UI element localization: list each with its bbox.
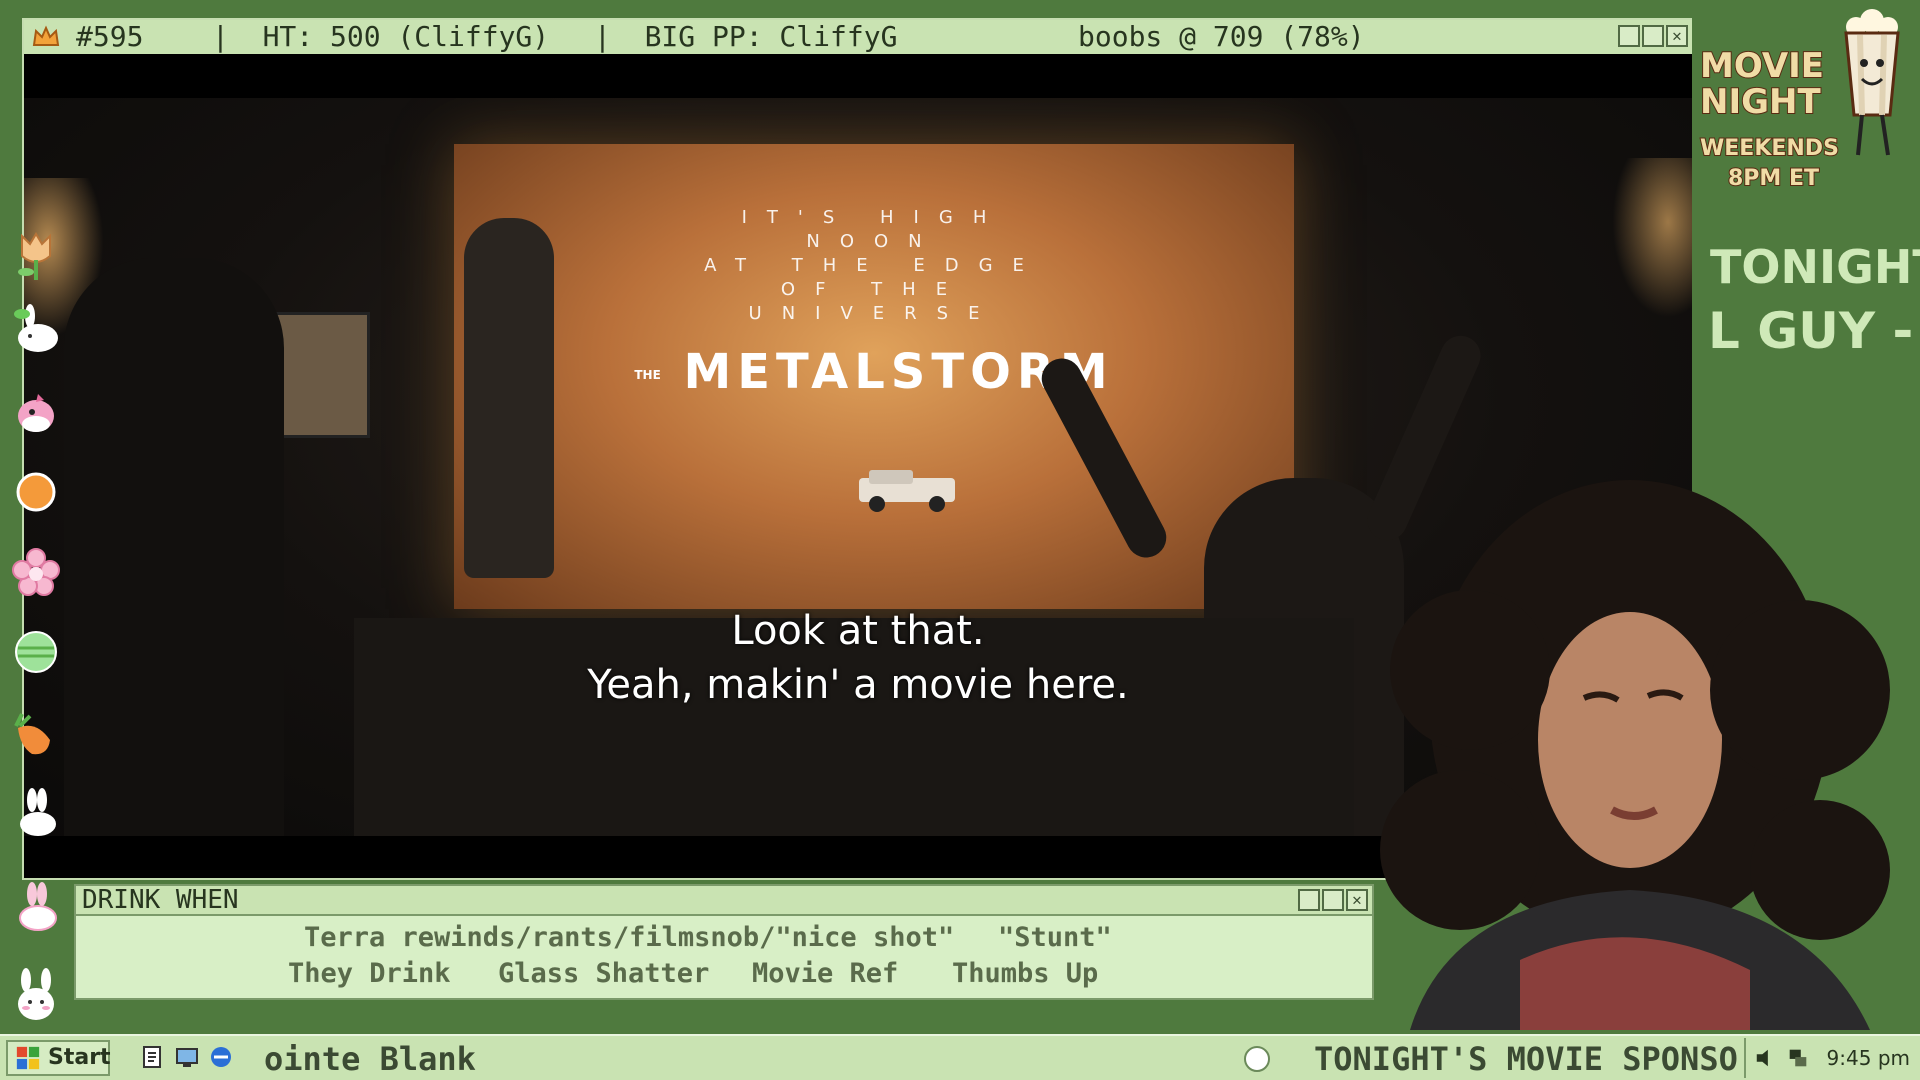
marquee-left: ointe Blank (264, 1040, 476, 1078)
webcam-overlay (1330, 470, 1920, 1030)
tonight-label: TONIGHT: (1710, 240, 1920, 294)
movie-night-poster: MOVIE NIGHT WEEKENDS 8PM ET (1699, 9, 1910, 200)
tagline-line: UNIVERSE (748, 303, 1000, 324)
tagline-line: NOON (806, 231, 942, 252)
browser-icon[interactable] (208, 1044, 234, 1070)
movie-title: THE METALSTORM (454, 344, 1294, 400)
bunny-icon (14, 304, 58, 352)
person-silhouette (464, 218, 554, 578)
carrot-icon (14, 713, 50, 755)
popcorn-mascot-icon (1844, 9, 1900, 156)
close-button[interactable]: ✕ (1666, 25, 1688, 47)
bunny-face-icon (18, 968, 54, 1020)
clock: 9:45 pm (1826, 1046, 1910, 1070)
drink-rule: Terra rewinds/rants/filmsnob/"nice shot" (304, 922, 955, 953)
video-window-titlebar[interactable]: #595 | HT: 500 (CliffyG) | BIG PP: Cliff… (24, 20, 1692, 54)
tagline-line: AT THE EDGE (704, 255, 1044, 276)
tulip-icon (18, 232, 51, 280)
movie-title-prefix: THE (634, 368, 661, 382)
speaker-icon[interactable] (1754, 1046, 1778, 1070)
drink-rule: Thumbs Up (952, 958, 1099, 989)
ht-label: | HT: 500 (CliffyG) (212, 20, 550, 53)
minimize-button[interactable] (1618, 25, 1640, 47)
window-controls: ✕ (1618, 25, 1688, 47)
white-bunny-icon (20, 788, 56, 836)
windows-logo-icon (16, 1046, 40, 1070)
marquee-right: TONIGHT'S MOVIE SPONSO (1314, 1040, 1738, 1078)
poster-line: NIGHT (1699, 82, 1822, 122)
record-dot-icon (1244, 1046, 1270, 1072)
crown-icon (32, 25, 60, 46)
poster-line: 8PM ET (1727, 165, 1820, 192)
maximize-button[interactable] (1642, 25, 1664, 47)
drink-rule: They Drink (288, 958, 451, 989)
tagline-line: OF THE (780, 279, 968, 300)
drink-rules-window: DRINK WHEN ✕ Terra rewinds/rants/filmsno… (74, 884, 1374, 1000)
pink-bunny-icon (19, 882, 57, 931)
truck-graphic (859, 470, 955, 512)
flower-icon (12, 548, 60, 596)
tonight-movie: L GUY - (1708, 302, 1914, 360)
drink-rule: Glass Shatter (498, 958, 710, 989)
notepad-icon[interactable] (140, 1044, 166, 1070)
window-status: boobs @ 709 (78%) (1078, 20, 1365, 53)
wall-light (1612, 158, 1692, 318)
taskbar: Start ointe Blank TONIGHT'S MOVIE SPONSO… (0, 1034, 1920, 1080)
movie-tagline: IT'S HIGH NOON AT THE EDGE OF THE UNIVER… (454, 206, 1294, 326)
drink-rule: "Stunt" (998, 922, 1112, 953)
streamer-webcam (1380, 480, 1890, 1030)
orange-ball-icon (16, 472, 56, 512)
system-tray: 9:45 pm (1744, 1038, 1920, 1078)
poster-line: MOVIE (1699, 46, 1825, 86)
minimize-button[interactable] (1298, 889, 1320, 911)
poster-line: WEEKENDS (1699, 135, 1840, 162)
network-icon[interactable] (1786, 1046, 1810, 1070)
drink-rule: Movie Ref (752, 958, 899, 989)
drink-window-titlebar[interactable]: DRINK WHEN ✕ (76, 886, 1372, 916)
desktop-icon[interactable] (174, 1044, 200, 1070)
tagline-line: IT'S HIGH (741, 207, 1007, 228)
title-number: #595 (76, 20, 144, 53)
start-button[interactable]: Start (6, 1040, 111, 1076)
projection-screen: IT'S HIGH NOON AT THE EDGE OF THE UNIVER… (454, 144, 1294, 609)
pink-bird-icon (18, 394, 54, 432)
big-pp-label: | BIG PP: CliffyG (594, 20, 898, 53)
start-label: Start (48, 1045, 111, 1070)
green-egg-icon (15, 631, 57, 673)
drink-window-title: DRINK WHEN (82, 885, 239, 915)
person-silhouette (64, 258, 284, 836)
